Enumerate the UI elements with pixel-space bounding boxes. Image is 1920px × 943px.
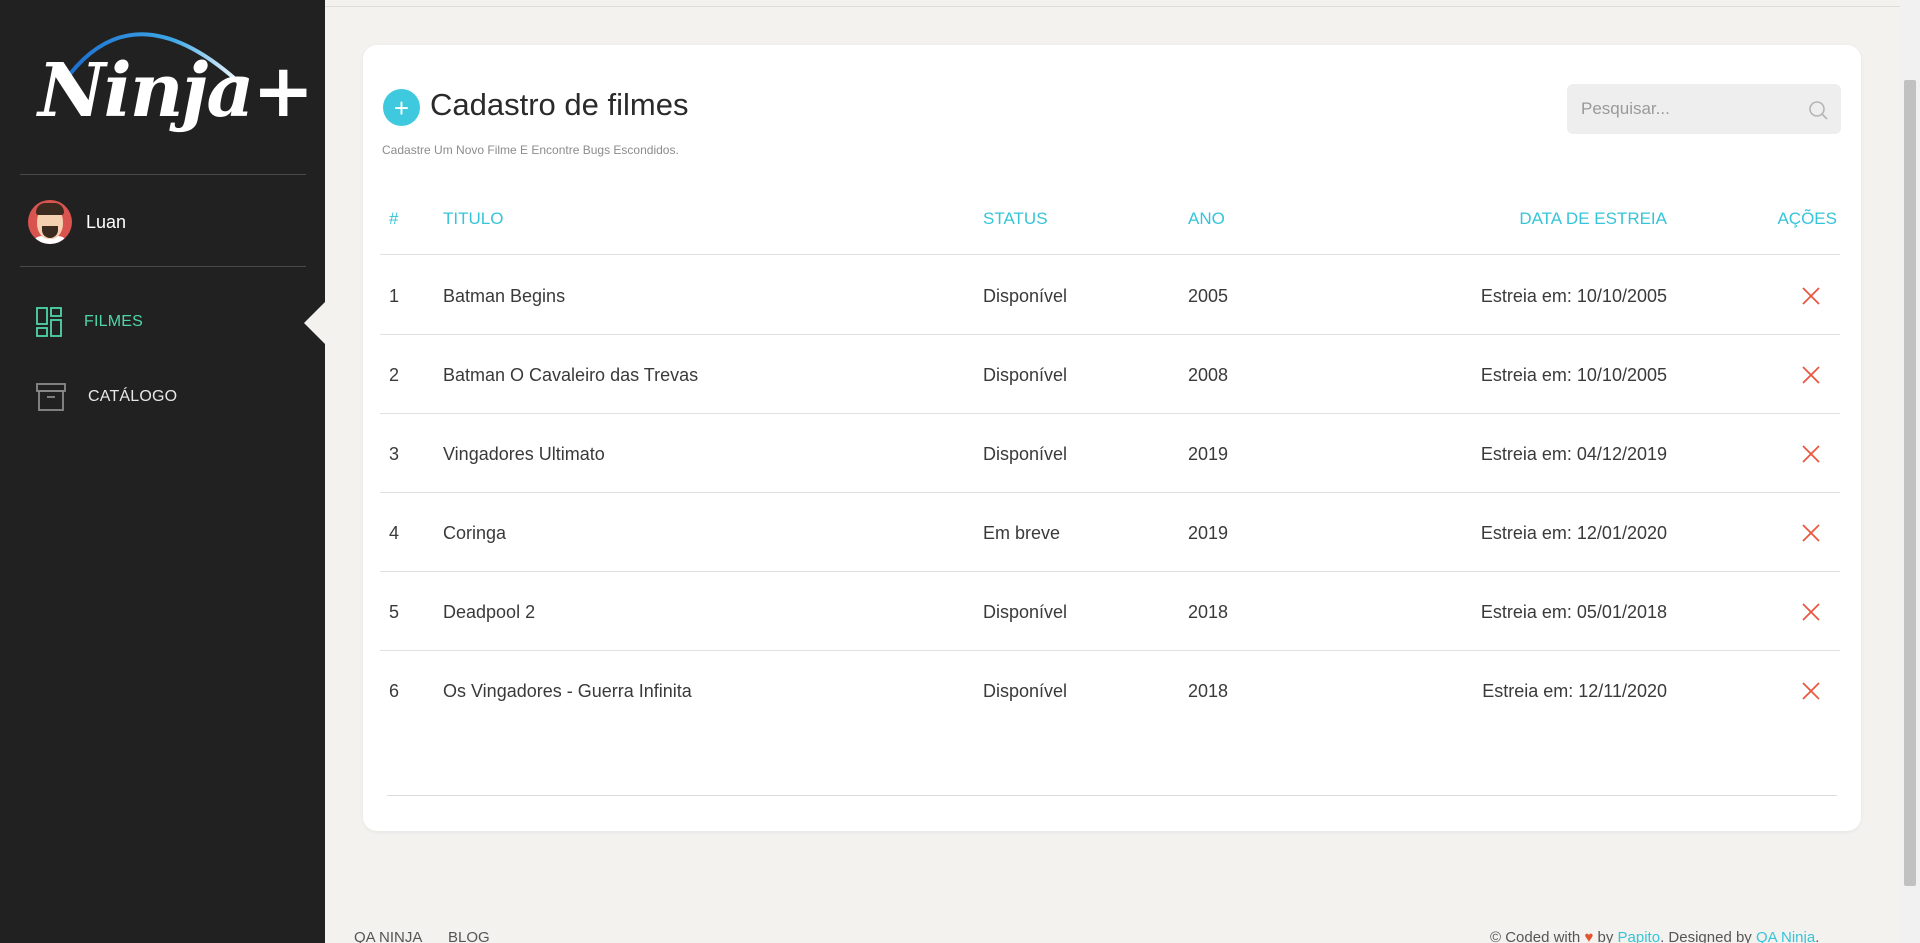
cell-title[interactable]: Coringa <box>443 523 506 544</box>
table-row[interactable]: 5 Deadpool 2 Disponível 2018 Estreia em: 05/… <box>380 572 1840 651</box>
search-box <box>1567 84 1841 134</box>
page-title: Cadastro de filmes <box>430 87 689 122</box>
footer-credit-suffix: . <box>1815 929 1820 943</box>
cell-year: 2019 <box>1188 523 1229 543</box>
cell-year: 2018 <box>1188 602 1229 622</box>
cell-id: 5 <box>389 602 400 622</box>
delete-icon[interactable] <box>1800 680 1822 702</box>
column-header-actions: AÇÕES <box>1777 209 1837 228</box>
sidebar-item-catalogo[interactable]: CATÁLOGO <box>36 382 177 412</box>
heart-icon: ♥ <box>1584 929 1594 943</box>
cell-status: Disponível <box>983 602 1068 622</box>
cell-year: 2008 <box>1188 365 1229 385</box>
cell-release-date: Estreia em: 10/10/2005 <box>1480 365 1667 385</box>
delete-icon[interactable] <box>1800 364 1822 386</box>
footer-credit-by: by <box>1597 929 1614 943</box>
table-row[interactable]: 1 Batman Begins Disponível 2005 Estreia em: … <box>380 256 1840 335</box>
table-row[interactable]: 3 Vingadores Ultimato Disponível 2019 Estrei… <box>380 414 1840 493</box>
column-header-year[interactable]: ANO <box>1188 209 1225 229</box>
table-row[interactable]: 2 Batman O Cavaleiro das Trevas Disponível… <box>380 335 1840 414</box>
column-header-release-date[interactable]: DATA DE ESTREIA <box>1420 209 1667 229</box>
cell-release-date: Estreia em: 04/12/2019 <box>1480 444 1667 464</box>
delete-icon[interactable] <box>1800 601 1822 623</box>
footer-link-qa-ninja[interactable]: QA NINJA <box>354 929 422 943</box>
page-subtitle: Cadastre Um Novo Filme E Encontre Bugs E… <box>382 143 679 157</box>
column-header-title[interactable]: TITULO <box>443 209 503 229</box>
sidebar-divider <box>20 174 306 175</box>
scrollbar-thumb[interactable] <box>1904 80 1916 886</box>
archive-box-icon <box>36 383 66 411</box>
column-header-status[interactable]: STATUS <box>983 209 1048 229</box>
cell-status: Disponível <box>983 681 1068 701</box>
cell-title[interactable]: Deadpool 2 <box>443 602 535 623</box>
cell-id: 4 <box>389 523 400 543</box>
sidebar-item-label: FILMES <box>84 313 143 330</box>
cell-title[interactable]: Vingadores Ultimato <box>443 444 605 465</box>
movies-card: + Cadastro de filmes Cadastre Um Novo Fi… <box>363 45 1861 831</box>
cell-id: 6 <box>389 681 400 701</box>
dashboard-icon <box>36 307 62 337</box>
logo-text: Ninja+ <box>38 48 314 134</box>
table-row[interactable]: 6 Os Vingadores - Guerra Infinita Disponív… <box>380 651 1840 730</box>
sidebar-divider <box>20 266 306 267</box>
user-name: Luan <box>86 211 127 232</box>
user-profile[interactable]: Luan <box>28 200 126 244</box>
cell-status: Disponível <box>983 444 1068 464</box>
sidebar-item-label: CATÁLOGO <box>88 388 178 405</box>
sidebar: Ninja+ Luan FILMES CATÁLOGO <box>0 0 325 943</box>
footer-credit-prefix: © Coded with <box>1490 929 1581 943</box>
cell-id: 1 <box>389 286 400 306</box>
cell-year: 2005 <box>1188 286 1229 306</box>
cell-release-date: Estreia em: 05/01/2018 <box>1480 602 1667 622</box>
footer-credit-designed: . Designed by <box>1660 929 1752 943</box>
column-header-id[interactable]: # <box>389 209 398 229</box>
cell-status: Disponível <box>983 365 1068 385</box>
cell-year: 2019 <box>1188 444 1229 464</box>
add-movie-button[interactable]: + <box>383 89 420 126</box>
footer-link-blog[interactable]: BLOG <box>448 929 490 943</box>
brand-logo[interactable]: Ninja+ <box>38 14 314 164</box>
search-input[interactable] <box>1567 84 1797 134</box>
header-divider <box>325 6 1900 7</box>
cell-release-date: Estreia em: 10/10/2005 <box>1480 286 1667 306</box>
cell-id: 2 <box>389 365 400 385</box>
footer-designer-link[interactable]: QA Ninja <box>1756 929 1815 943</box>
footer-author-link[interactable]: Papito <box>1618 929 1661 943</box>
active-nav-pointer <box>304 302 325 344</box>
avatar <box>28 200 72 244</box>
search-icon[interactable] <box>1807 99 1829 121</box>
cell-id: 3 <box>389 444 400 464</box>
table-header: # TITULO STATUS ANO DATA DE ESTREIA AÇÕE… <box>380 209 1840 255</box>
cell-title[interactable]: Batman Begins <box>443 286 565 307</box>
cell-title[interactable]: Os Vingadores - Guerra Infinita <box>443 681 692 702</box>
cell-year: 2018 <box>1188 681 1229 701</box>
cell-status: Em breve <box>983 523 1061 543</box>
footer-credit: © Coded with ♥ by Papito. Designed by QA… <box>1490 929 1819 943</box>
delete-icon[interactable] <box>1800 443 1822 465</box>
cell-title[interactable]: Batman O Cavaleiro das Trevas <box>443 365 698 386</box>
delete-icon[interactable] <box>1800 522 1822 544</box>
cell-status: Disponível <box>983 286 1068 306</box>
table-row[interactable]: 4 Coringa Em breve 2019 Estreia em: 12/01/20… <box>380 493 1840 572</box>
cell-release-date: Estreia em: 12/01/2020 <box>1480 523 1667 543</box>
sidebar-item-filmes[interactable]: FILMES <box>36 307 143 337</box>
delete-icon[interactable] <box>1800 285 1822 307</box>
card-divider <box>387 795 1837 796</box>
scrollbar[interactable] <box>1900 0 1920 943</box>
cell-release-date: Estreia em: 12/11/2020 <box>1482 681 1667 701</box>
